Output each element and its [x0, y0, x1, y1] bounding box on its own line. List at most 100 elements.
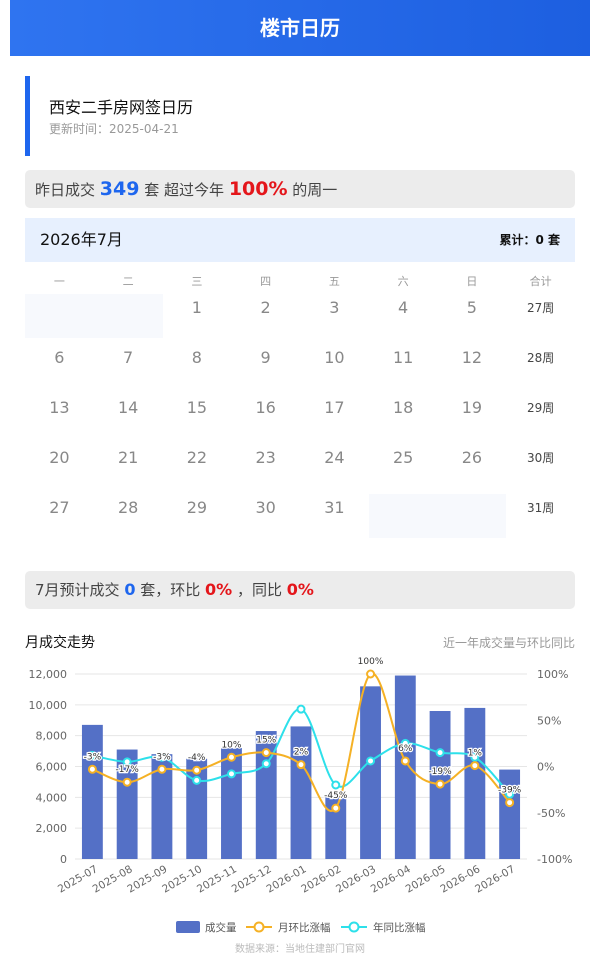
- mom-point: [435, 779, 445, 789]
- day-cell[interactable]: 11: [369, 344, 438, 394]
- day-cell[interactable]: 18: [369, 394, 438, 444]
- day-cell[interactable]: 20: [25, 444, 94, 494]
- bar: [81, 724, 103, 859]
- weekday-label: 六: [397, 275, 409, 288]
- monthly-trend-chart: 0 2,000 4,000 6,000 8,000 10,000 12,000 -100% -5…: [29, 656, 573, 934]
- day-cell[interactable]: 4: [369, 294, 438, 344]
- day-cell[interactable]: 15: [163, 394, 232, 444]
- week-number: 28周: [526, 351, 555, 365]
- weekday-label: 三: [191, 275, 203, 288]
- day-cell[interactable]: 31: [300, 494, 369, 544]
- day-cell[interactable]: 27: [25, 494, 94, 544]
- forecast-mom: 0%: [205, 580, 233, 599]
- left-axis-tick: 2,000: [36, 822, 68, 835]
- bar: [464, 707, 486, 859]
- mom-data-label: -3%: [153, 752, 171, 762]
- title-card: 西安二手房网签日历 更新时间：2025-04-21: [25, 76, 575, 156]
- day-cell[interactable]: 25: [369, 444, 438, 494]
- mom-data-label: 100%: [358, 657, 384, 667]
- weekday-label: 一: [53, 275, 65, 288]
- yoy-point: [192, 775, 202, 785]
- bar: [221, 748, 242, 859]
- right-axis-tick: 50%: [537, 714, 561, 727]
- legend-label: 月环比涨幅: [278, 921, 331, 934]
- right-axis-tick: 100%: [537, 668, 568, 681]
- left-axis-tick: 0: [60, 853, 67, 866]
- mom-point: [470, 761, 480, 771]
- day-cell[interactable]: 8: [163, 344, 232, 394]
- legend-yoy-marker: [348, 921, 360, 933]
- week-row: 6 7 8 9 10 11 12 28周: [25, 344, 575, 394]
- day-cell[interactable]: 19: [438, 394, 507, 444]
- calendar-grid: 一二三四五六日合计 1 2 3 4 5 27周 6 7 8 9 10 11 12 28周 13 14 15 16 1…: [25, 270, 575, 544]
- yesterday-suffix: 的周一: [292, 181, 338, 199]
- day-cell[interactable]: 26: [438, 444, 507, 494]
- mom-point: [157, 764, 167, 774]
- empty-day-cell: [93, 294, 163, 338]
- mom-data-label: -4%: [188, 753, 206, 763]
- calendar-month[interactable]: 2026年7月: [40, 218, 123, 262]
- week-number: 31周: [526, 501, 555, 515]
- left-axis-tick: 12,000: [29, 668, 68, 681]
- day-cell[interactable]: 1: [163, 294, 232, 344]
- chart-subtitle: 近一年成交量与环比同比: [442, 636, 575, 650]
- left-axis-tick: 10,000: [29, 699, 68, 712]
- day-cell[interactable]: 16: [231, 394, 300, 444]
- mom-data-label: 6%: [398, 744, 413, 754]
- mom-data-label: -45%: [324, 791, 348, 801]
- mom-point: [366, 669, 376, 679]
- x-axis-tick: 2026-07: [473, 863, 517, 895]
- day-cell[interactable]: 7: [94, 344, 163, 394]
- weekday-label: 四: [260, 275, 272, 288]
- forecast-banner: 7月预计成交 0 套，环比 0% ，同比 0%: [25, 571, 575, 609]
- yesterday-percent: 100%: [228, 178, 288, 200]
- day-cell[interactable]: 29: [163, 494, 232, 544]
- mom-point: [296, 760, 306, 770]
- day-cell[interactable]: 10: [300, 344, 369, 394]
- mom-point: [400, 756, 410, 766]
- day-cell[interactable]: 6: [25, 344, 94, 394]
- day-cell[interactable]: 9: [231, 344, 300, 394]
- left-axis-tick: 8,000: [36, 730, 68, 743]
- empty-day-cell: [25, 294, 94, 338]
- day-cell[interactable]: 14: [94, 394, 163, 444]
- day-cell[interactable]: 30: [231, 494, 300, 544]
- week-row: 20 21 22 23 24 25 26 30周: [25, 444, 575, 494]
- forecast-sep: ，同比: [237, 581, 283, 599]
- mom-data-label: -39%: [498, 786, 522, 796]
- forecast-count: 0: [124, 580, 136, 599]
- day-cell[interactable]: 2: [231, 294, 300, 344]
- day-cell[interactable]: 23: [231, 444, 300, 494]
- empty-day-cell: [437, 494, 507, 538]
- day-cell[interactable]: 17: [300, 394, 369, 444]
- week-number: 27周: [526, 301, 555, 315]
- day-cell[interactable]: 13: [25, 394, 94, 444]
- calendar-total: 累计：0 套: [499, 233, 560, 247]
- mom-point: [331, 803, 341, 813]
- day-cell[interactable]: 28: [94, 494, 163, 544]
- day-rows: 1 2 3 4 5 27周 6 7 8 9 10 11 12 28周 13 14 15 16 17 18 19 29周 20…: [25, 294, 575, 544]
- header-title: 楼市日历: [260, 16, 340, 40]
- update-time: 更新时间：2025-04-21: [49, 122, 179, 136]
- legend-mom-marker: [253, 921, 265, 933]
- chart-title: 月成交走势: [25, 635, 95, 651]
- yoy-point: [226, 769, 236, 779]
- legend-label: 成交量: [205, 921, 237, 934]
- bar: [394, 675, 416, 859]
- mom-point: [192, 765, 202, 775]
- day-cell[interactable]: 21: [94, 444, 163, 494]
- week-number: 30周: [526, 451, 555, 465]
- forecast-unit: 套，环比: [140, 581, 201, 599]
- yesterday-unit: 套 超过今年: [144, 181, 225, 199]
- mom-data-label: 1%: [468, 749, 483, 759]
- forecast-yoy: 0%: [286, 580, 314, 599]
- forecast-prefix: 7月预计成交: [35, 581, 120, 599]
- day-cell[interactable]: 22: [163, 444, 232, 494]
- day-cell[interactable]: 12: [438, 344, 507, 394]
- day-cell[interactable]: 24: [300, 444, 369, 494]
- city-title: 西安二手房网签日历: [49, 98, 194, 117]
- day-cell[interactable]: 5: [438, 294, 507, 344]
- data-source: 数据来源：当地住建部门官网: [235, 944, 365, 955]
- day-cell[interactable]: 3: [300, 294, 369, 344]
- week-row: 1 2 3 4 5 27周: [25, 294, 575, 344]
